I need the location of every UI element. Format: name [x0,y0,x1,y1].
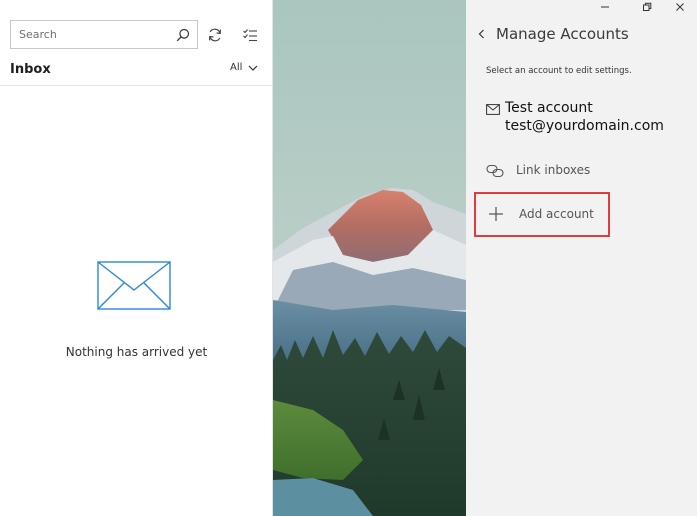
mountain-landscape-image [273,0,466,516]
background-image [273,0,466,516]
envelope-icon [97,261,171,310]
empty-message: Nothing has arrived yet [65,345,208,359]
plus-icon [489,207,503,221]
account-name: Test account [505,100,593,116]
manage-accounts-pane: Manage Accounts Select an account to edi… [466,16,697,516]
add-account-label: Add account [519,207,594,221]
search-button[interactable] [173,25,193,45]
search-icon [176,28,190,42]
search-input[interactable] [11,21,171,48]
minimize-icon [601,6,609,8]
back-button[interactable] [474,26,490,42]
folder-title: Inbox [10,62,51,77]
link-inboxes-button[interactable]: Link inboxes [486,162,666,182]
mail-list-pane: Inbox All Nothing has arrived yet [0,0,273,516]
restore-button[interactable] [634,0,660,14]
sync-icon [209,28,221,42]
sync-button[interactable] [203,23,227,47]
pane-title: Manage Accounts [496,25,629,43]
select-mode-button[interactable] [238,23,262,47]
window-titlebar [466,0,697,16]
filter-label: All [230,62,243,73]
link-icon [486,164,504,178]
account-item[interactable]: Test account test@yourdomain.com [486,100,691,140]
pane-hint: Select an account to edit settings. [486,66,632,76]
minimize-button[interactable] [592,0,618,14]
close-window-button[interactable] [667,0,693,14]
add-account-button[interactable]: Add account [474,192,610,237]
filter-dropdown[interactable]: All [230,62,258,73]
select-mode-icon [243,29,257,42]
restore-icon [643,2,652,11]
search-box [10,20,198,49]
divider [0,85,273,86]
mail-icon [486,104,500,115]
chevron-down-icon [248,65,258,71]
account-email: test@yourdomain.com [505,118,664,134]
chevron-left-icon [478,29,484,39]
close-icon [676,3,684,11]
link-inboxes-label: Link inboxes [516,163,591,177]
